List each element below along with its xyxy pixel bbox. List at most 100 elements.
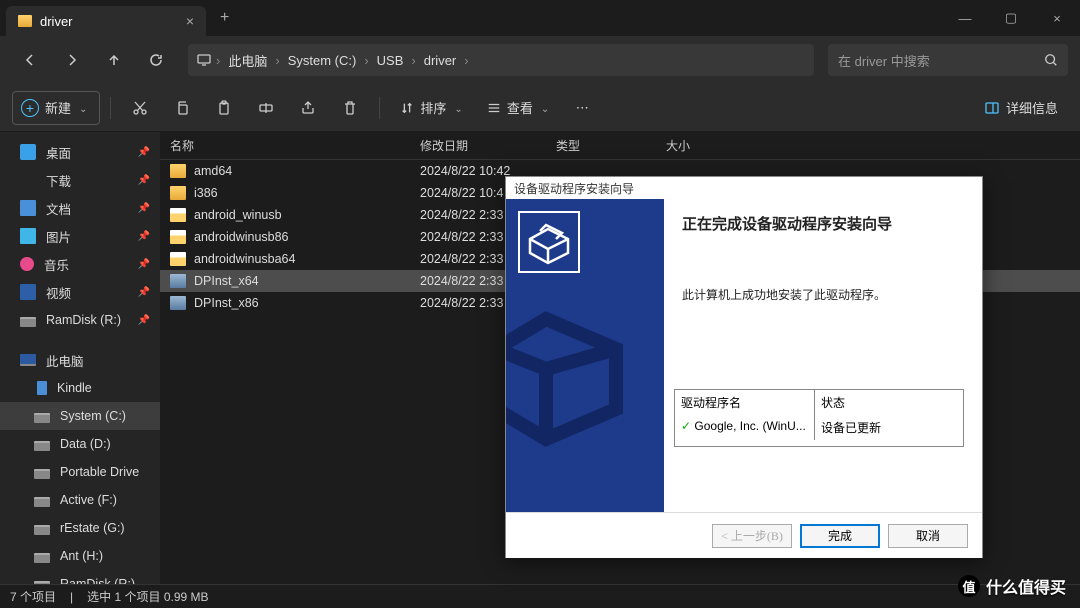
pin-icon: 📌 (138, 315, 150, 326)
details-pane-button[interactable]: 详细信息 (974, 91, 1068, 125)
sort-button[interactable]: 排序 (390, 91, 472, 125)
titlebar: driver × + — ▢ × (0, 0, 1080, 36)
inf-icon (170, 208, 186, 222)
disk-icon (34, 441, 50, 451)
pin-icon: 📌 (138, 147, 150, 158)
col-name[interactable]: 名称 (170, 137, 420, 154)
tab-title: driver (40, 14, 73, 29)
th-status: 状态 (815, 390, 851, 415)
dialog-title: 设备驱动程序安装向导 (506, 177, 982, 199)
sidebar-item[interactable]: 文档📌 (0, 194, 160, 222)
breadcrumb-item[interactable]: System (C:) (284, 51, 361, 70)
breadcrumb[interactable]: › 此电脑› System (C:)› USB› driver› (188, 44, 814, 76)
watermark: 值 什么值得买 (958, 574, 1066, 598)
maximize-button[interactable]: ▢ (988, 0, 1034, 36)
window-tab[interactable]: driver × (6, 6, 206, 36)
new-tab-button[interactable]: + (206, 9, 243, 27)
doc-icon (20, 200, 36, 216)
disk-icon (34, 581, 50, 585)
folder-icon (170, 186, 186, 200)
sidebar[interactable]: 桌面📌下载📌文档📌图片📌音乐📌视频📌RamDisk (R:)📌此电脑Kindle… (0, 132, 160, 584)
sidebar-item[interactable]: 下载📌 (0, 166, 160, 194)
cut-button[interactable] (121, 91, 159, 125)
share-button[interactable] (289, 91, 327, 125)
finish-button[interactable]: 完成 (800, 524, 880, 548)
dialog-sidebar-graphic (506, 199, 664, 512)
refresh-button[interactable] (138, 42, 174, 78)
back-button: < 上一步(B) (712, 524, 792, 548)
sidebar-drive[interactable]: Active (F:) (0, 486, 160, 514)
pin-icon: 📌 (138, 175, 150, 186)
download-icon (20, 172, 36, 188)
breadcrumb-item[interactable]: 此电脑 (224, 49, 271, 72)
minimize-button[interactable]: — (942, 0, 988, 36)
sidebar-drive[interactable]: Ant (H:) (0, 542, 160, 570)
search-input[interactable]: 在 driver 中搜索 (828, 44, 1068, 76)
sidebar-drive[interactable]: Data (D:) (0, 430, 160, 458)
exe-icon (170, 274, 186, 288)
delete-button[interactable] (331, 91, 369, 125)
pc-icon (20, 354, 36, 366)
dialog-body-text: 此计算机上成功地安装了此驱动程序。 (682, 286, 964, 303)
breadcrumb-item[interactable]: USB (373, 51, 408, 70)
driver-result-table: 驱动程序名 状态 ✓ Google, Inc. (WinU... 设备已更新 (674, 389, 964, 447)
view-button[interactable]: 查看 (477, 91, 559, 125)
sidebar-this-pc[interactable]: 此电脑 (0, 346, 160, 374)
folder-icon (170, 164, 186, 178)
video-icon (20, 284, 36, 300)
disk-icon (34, 469, 50, 479)
disk-icon (34, 413, 50, 423)
dialog-heading: 正在完成设备驱动程序安装向导 (682, 213, 964, 234)
plus-icon: + (21, 99, 39, 117)
col-size[interactable]: 大小 (666, 137, 746, 154)
pin-icon: 📌 (138, 287, 150, 298)
search-placeholder: 在 driver 中搜索 (838, 51, 930, 70)
new-button[interactable]: + 新建 (12, 91, 100, 125)
music-icon (20, 257, 34, 271)
col-date[interactable]: 修改日期 (420, 137, 556, 154)
rename-button[interactable] (247, 91, 285, 125)
back-button[interactable] (12, 42, 48, 78)
desktop-icon (20, 144, 36, 160)
sidebar-item[interactable]: 音乐📌 (0, 250, 160, 278)
status-selected: 选中 1 个项目 0.99 MB (87, 588, 208, 605)
more-button[interactable]: ⋯ (563, 91, 601, 125)
pin-icon: 📌 (138, 231, 150, 242)
driver-wizard-dialog: 设备驱动程序安装向导 正在完成设备驱动程序安装向导 此计算机上成功地安装了此驱动… (505, 176, 983, 558)
paste-button[interactable] (205, 91, 243, 125)
sidebar-item[interactable]: 视频📌 (0, 278, 160, 306)
navbar: › 此电脑› System (C:)› USB› driver› 在 drive… (0, 36, 1080, 84)
status-items: 7 个项目 (10, 588, 56, 605)
disk-icon (34, 497, 50, 507)
disk-icon (20, 317, 36, 327)
sidebar-item[interactable]: RamDisk (R:)📌 (0, 306, 160, 334)
sidebar-drive[interactable]: rEstate (G:) (0, 514, 160, 542)
sidebar-drive[interactable]: RamDisk (R:) (0, 570, 160, 584)
th-driver-name: 驱动程序名 (675, 390, 815, 415)
cancel-button[interactable]: 取消 (888, 524, 968, 548)
sidebar-drive[interactable]: Kindle (0, 374, 160, 402)
disk-icon (34, 525, 50, 535)
breadcrumb-item[interactable]: driver (420, 51, 461, 70)
td-driver-name: ✓ Google, Inc. (WinU... (675, 415, 815, 440)
column-headers[interactable]: 名称 修改日期 类型 大小 (160, 132, 1080, 160)
sidebar-item[interactable]: 图片📌 (0, 222, 160, 250)
folder-icon (18, 15, 32, 27)
exe-icon (170, 296, 186, 310)
pin-icon: 📌 (138, 259, 150, 270)
close-window-button[interactable]: × (1034, 0, 1080, 36)
close-tab-icon[interactable]: × (186, 13, 194, 29)
td-status: 设备已更新 (815, 415, 887, 440)
copy-button[interactable] (163, 91, 201, 125)
sidebar-drive[interactable]: Portable Drive (0, 458, 160, 486)
toolbar: + 新建 排序 查看 ⋯ 详细信息 (0, 84, 1080, 132)
sidebar-item[interactable]: 桌面📌 (0, 138, 160, 166)
sidebar-drive[interactable]: System (C:) (0, 402, 160, 430)
col-type[interactable]: 类型 (556, 137, 666, 154)
forward-button[interactable] (54, 42, 90, 78)
disk-icon (34, 553, 50, 563)
monitor-icon (196, 52, 212, 68)
up-button[interactable] (96, 42, 132, 78)
inf-icon (170, 230, 186, 244)
inf-icon (170, 252, 186, 266)
